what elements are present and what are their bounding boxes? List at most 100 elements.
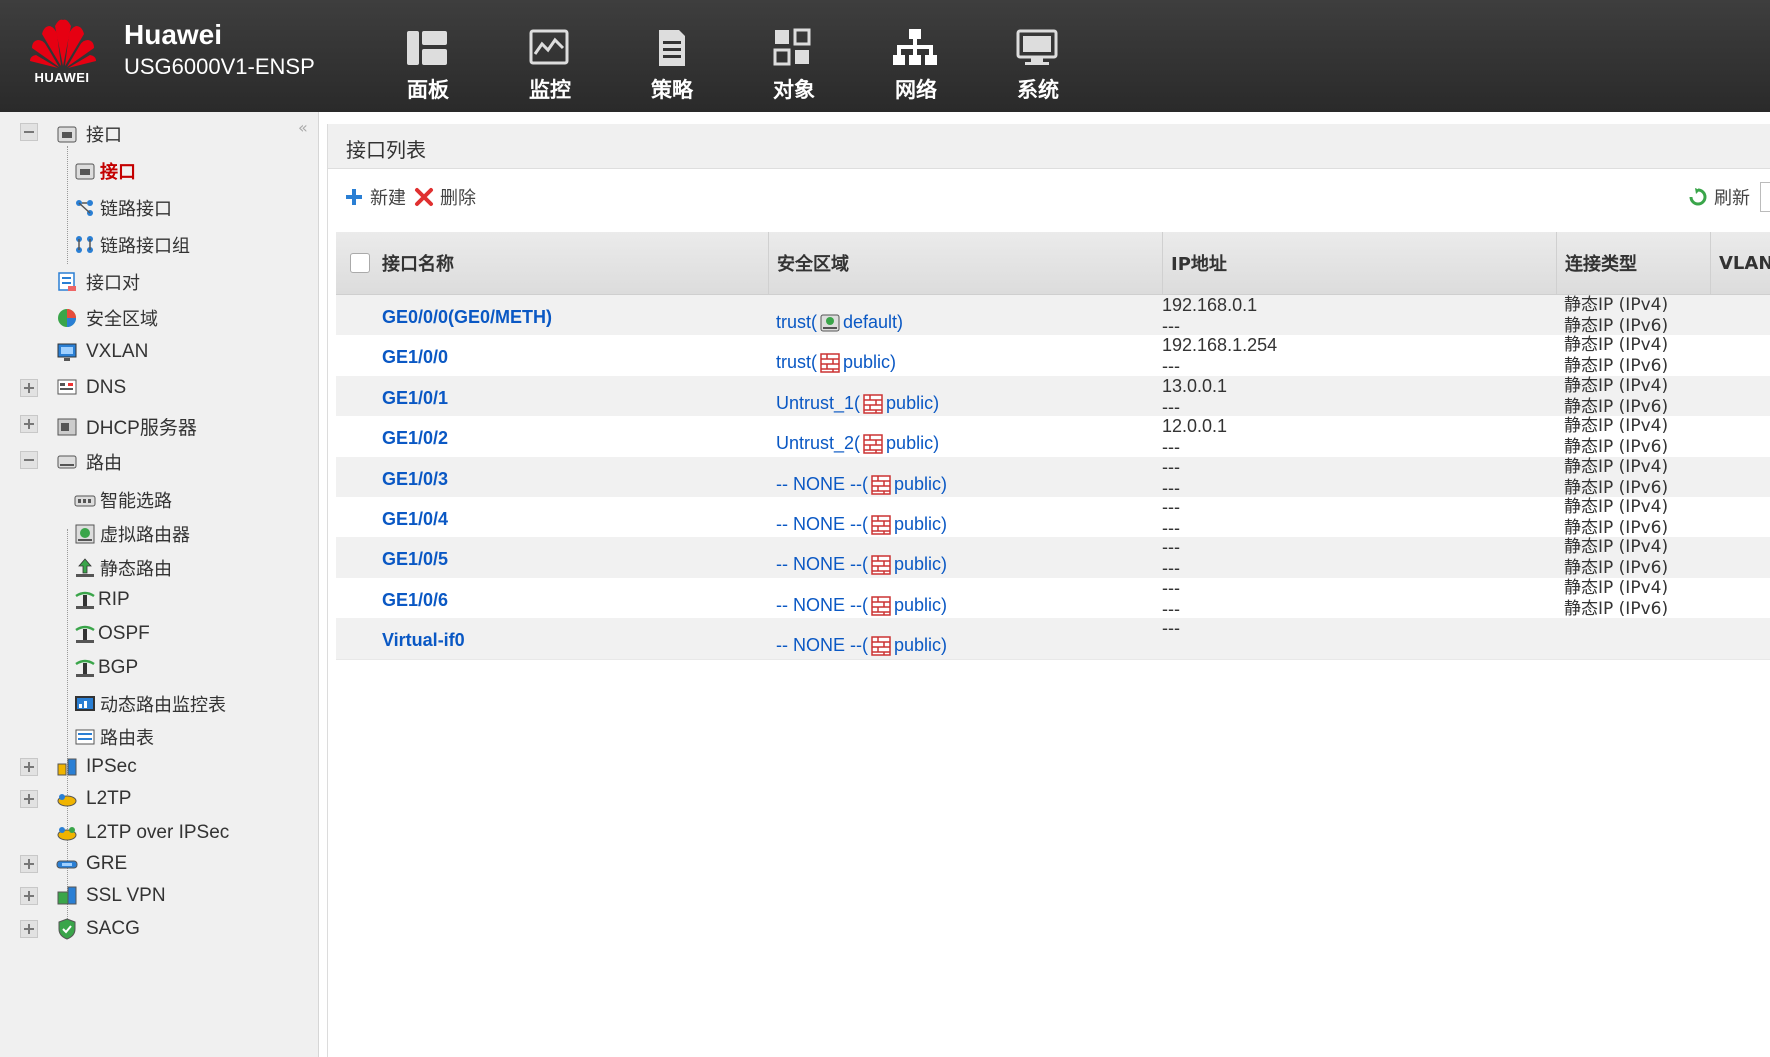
new-button[interactable]: 新建 [344,184,406,210]
delete-x-icon [415,188,433,206]
collapse-icon[interactable] [20,123,38,141]
security-zone-link[interactable]: -- NONE --(public) [776,626,947,656]
zone-label: -- NONE --( [776,594,868,615]
router-icon [57,455,77,469]
security-zone-link[interactable]: Untrust_1(public) [776,384,939,414]
expand-icon[interactable] [20,790,38,808]
conn-type-ipv4: 静态IP (IPv4) [1564,295,1669,315]
nav-object[interactable]: 对象 [751,0,873,112]
expand-icon[interactable] [20,855,38,873]
brand-wordmark: HUAWEI [34,70,90,85]
dynamic-route-monitor-icon [75,696,95,711]
table-row[interactable]: GE1/0/0 trust(public) 192.168.1.254 --- 静态IP… [336,335,1770,377]
zone-label: -- NONE --( [776,473,868,494]
collapse-icon[interactable] [20,451,38,469]
expand-icon[interactable] [20,415,38,433]
sidebar-item-label: DNS [86,377,127,398]
expand-icon[interactable] [20,887,38,905]
vsys-label: public) [893,554,948,575]
conn-type-ipv4: 静态IP (IPv4) [1564,416,1669,437]
conn-type-ipv4: 静态IP (IPv4) [1564,537,1669,558]
object-icon [773,28,811,66]
interface-list-panel: 接口列表 新建 删除 刷新 接口名称 安全区域 IP地址 连接类型 VLAN G… [327,124,1770,1057]
security-zone-link[interactable]: -- NONE --( public) [776,586,947,616]
table-row[interactable]: GE1/0/1 Untrust_1(public) 13.0.0.1 --- 静态IP … [336,375,1770,418]
rip-icon [75,591,95,609]
delete-button[interactable]: 删除 [414,184,476,210]
table-row[interactable]: Virtual-if0 -- NONE --(public) --- [336,618,1770,660]
security-zone-link[interactable]: Untrust_2(public) [776,424,939,454]
column-header-conn-type[interactable]: 连接类型 [1556,232,1710,294]
ospf-icon [75,625,95,643]
table-row[interactable]: GE1/0/4 -- NONE --(public) --- --- 静态IP (IPv… [336,497,1770,539]
conn-type-ipv6: 静态IP (IPv6) [1564,396,1669,417]
sidebar-item-label: 接口对 [86,273,140,294]
connection-type: 静态IP (IPv4) 静态IP (IPv6) [1564,457,1668,502]
ipv6-address: --- [1162,437,1180,458]
ip-address: --- --- [1162,578,1180,623]
vsys-label: public) [893,594,948,615]
table-row[interactable]: GE1/0/3 -- NONE --(public) --- --- 静态IP (IPv… [336,456,1770,498]
ip-address: 13.0.0.1 --- [1162,376,1227,421]
column-header-ip[interactable]: IP地址 [1162,232,1556,294]
refresh-button[interactable]: 刷新 [1688,184,1750,210]
ipv4-address: 13.0.0.1 [1162,375,1228,396]
security-zone-icon [58,309,76,327]
panel-header: 接口列表 [328,124,1770,169]
interface-icon [75,163,95,180]
nav-network[interactable]: 网络 [873,0,995,112]
expand-icon[interactable] [20,758,38,776]
ip-address: 192.168.0.1 --- [1162,295,1257,340]
column-header-name[interactable]: 接口名称 [336,232,768,294]
ipv6-address: --- [1162,558,1180,579]
l2tp-over-ipsec-icon [57,827,77,841]
expand-icon[interactable] [20,920,38,938]
expand-icon[interactable] [20,379,38,397]
refresh-button-label: 刷新 [1714,188,1750,209]
delete-button-label: 删除 [440,188,476,209]
sidebar-item-label: RIP [98,589,130,610]
security-zone-link[interactable]: trust(default) [776,303,903,333]
select-all-checkbox[interactable] [350,253,370,273]
table-row[interactable]: GE1/0/5 -- NONE --(public) --- --- 静态IP (IPv… [336,537,1770,579]
sacg-shield-icon [58,918,76,940]
conn-type-ipv6: 静态IP (IPv6) [1564,356,1669,377]
search-input[interactable] [1760,182,1770,212]
column-header-zone[interactable]: 安全区域 [768,232,1162,294]
policy-document-icon [659,30,685,66]
dns-icon [57,379,77,395]
nav-monitor[interactable]: 监控 [507,0,629,112]
table-row[interactable]: GE1/0/6 -- NONE --(public) --- --- 静态IP (IPv… [336,577,1770,620]
security-zone-link[interactable]: -- NONE --(public) [776,465,947,495]
security-zone-link[interactable]: -- NONE --(public) [776,545,948,576]
column-label: VLAN [1719,252,1770,274]
conn-type-ipv4: 静态IP (IPv4) [1564,375,1669,396]
interface-name-link[interactable]: Virtual-if0 [382,630,465,675]
connection-type: 静态IP (IPv4) 静态IP (IPv6) [1564,335,1668,380]
ipv6-address: --- [1162,356,1180,377]
security-zone-link[interactable]: trust(public) [776,343,896,374]
nav-dashboard[interactable]: 面板 [385,0,507,112]
security-zone-link[interactable]: -- NONE --(public) [776,505,947,535]
sidebar-item-label: 静态路由 [100,559,172,580]
ipv4-address: 192.168.1.254 [1162,335,1278,356]
ssl-vpn-icon [57,886,77,905]
tree-connector [67,146,68,264]
sidebar-item-label: 接口 [100,162,136,183]
sidebar-item-label: BGP [98,657,139,678]
table-row[interactable]: GE0/0/0(GE0/METH) trust(default) 192.168.0… [336,295,1770,337]
collapse-sidebar-icon[interactable]: « [298,118,308,137]
sidebar-item-label: GRE [86,853,128,874]
zone-label: -- NONE --( [776,635,868,656]
top-header: HUAWEI Huawei USG6000V1-ENSP 面板 监控 策略 对象… [0,0,1770,112]
interface-pair-icon [58,272,76,291]
conn-type-ipv6: 静态IP (IPv6) [1564,558,1669,579]
nav-system[interactable]: 系统 [995,0,1117,112]
table-row[interactable]: GE1/0/2 Untrust_2(public) 12.0.0.1 --- 静态IP … [336,416,1770,458]
column-header-vlan[interactable]: VLAN [1710,232,1770,294]
nav-policy[interactable]: 策略 [629,0,751,112]
vsys-default-icon [820,314,840,332]
product-info: Huawei USG6000V1-ENSP [124,18,315,82]
smart-routing-icon [74,495,96,507]
vxlan-icon [57,343,77,361]
